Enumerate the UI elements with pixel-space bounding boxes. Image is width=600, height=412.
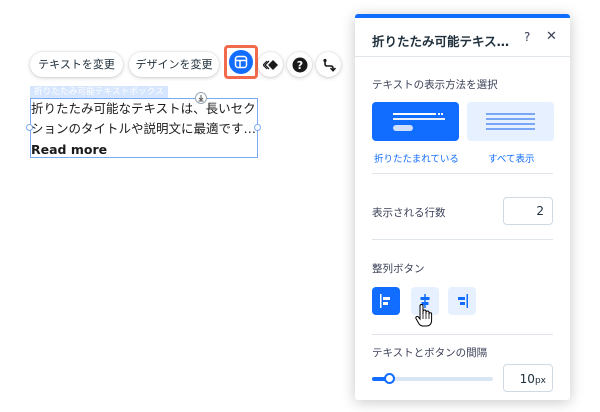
layout-button[interactable] — [229, 50, 253, 74]
svg-text:?: ? — [296, 59, 302, 72]
connect-icon — [322, 58, 336, 72]
selection-tag: 折りたたみ可能テキストボックス — [30, 86, 168, 98]
section-divider — [372, 173, 553, 174]
panel-help-icon[interactable]: ? — [524, 30, 530, 44]
settings-panel: 折りたたみ可能テキス… ? ✕ テキストの表示方法を選択 折りたたまれている す… — [355, 14, 570, 400]
gap-unit: px — [534, 376, 546, 386]
collapsible-text-content: 折りたたみ可能なテキストは、長いセク ションのタイトルや説明文に最適です… — [31, 99, 257, 139]
panel-header-divider — [355, 56, 570, 57]
align-right-icon — [458, 294, 468, 308]
text-line-2: ションのタイトルや説明文に最適です… — [31, 121, 257, 136]
lines-label: 表示される行数 — [372, 207, 446, 219]
layout-icon — [234, 55, 248, 69]
align-section-label: 整列ボタン — [372, 263, 425, 275]
align-right-button[interactable] — [448, 287, 476, 315]
align-left-button[interactable] — [372, 287, 400, 315]
collapsed-preview-icon — [393, 113, 445, 131]
display-section-label: テキストの表示方法を選択 — [372, 79, 498, 91]
help-icon: ? — [292, 57, 307, 72]
gap-value: 10 — [519, 372, 535, 386]
gap-label: テキストとボタンの間隔 — [372, 347, 488, 359]
text-line-1: 折りたたみ可能なテキストは、長いセク — [31, 101, 256, 116]
connect-button[interactable] — [316, 52, 341, 77]
hand-cursor-icon — [415, 304, 433, 327]
panel-close-icon[interactable]: ✕ — [546, 29, 557, 44]
display-option-show-all[interactable] — [467, 102, 554, 141]
panel-title: 折りたたみ可能テキス… — [372, 34, 510, 49]
display-option-collapsed[interactable] — [372, 102, 459, 141]
change-text-button[interactable]: テキストを変更 — [30, 52, 123, 77]
read-more-link[interactable]: Read more — [31, 142, 107, 157]
display-option-show-all-caption[interactable]: すべて表示 — [488, 151, 534, 165]
animation-button[interactable] — [258, 52, 283, 77]
help-button[interactable]: ? — [287, 52, 312, 77]
lines-count-input[interactable]: 2 — [503, 197, 553, 225]
gap-slider-knob[interactable] — [384, 373, 395, 384]
show-all-preview-icon — [486, 113, 535, 130]
animation-icon — [262, 59, 278, 70]
change-design-button[interactable]: デザインを変更 — [129, 52, 219, 77]
section-divider — [372, 239, 553, 240]
gap-value-input[interactable]: 10px — [503, 364, 553, 392]
display-option-collapsed-caption[interactable]: 折りたたまれている — [374, 151, 459, 165]
section-divider — [372, 334, 553, 335]
align-left-icon — [380, 294, 390, 308]
